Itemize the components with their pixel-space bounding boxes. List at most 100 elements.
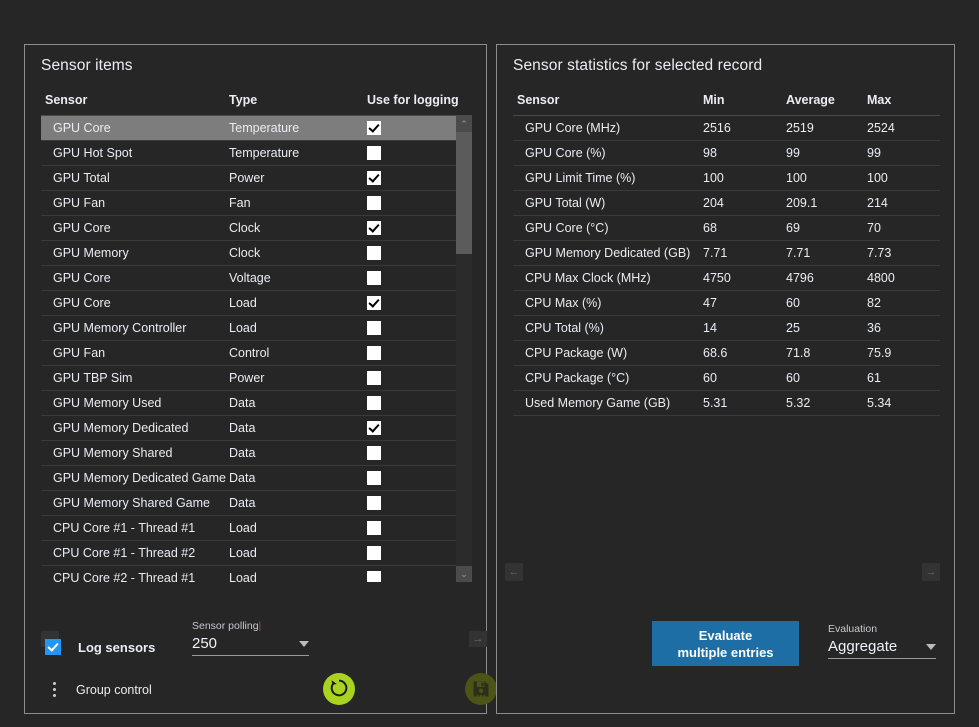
column-header-average[interactable]: Average	[786, 93, 867, 107]
use-for-logging-checkbox[interactable]	[367, 296, 381, 310]
evaluation-select[interactable]: Aggregate	[828, 638, 936, 659]
table-row[interactable]: CPU Max Clock (MHz)475047964800	[513, 266, 940, 291]
use-for-logging-checkbox[interactable]	[367, 546, 381, 560]
table-row[interactable]: GPU Core (MHz)251625192524	[513, 116, 940, 141]
log-sensors-row[interactable]: Log sensors	[45, 639, 155, 655]
table-row[interactable]: GPU TBP SimPower	[41, 366, 456, 391]
scroll-right-icon[interactable]: →	[469, 631, 487, 647]
use-for-logging-checkbox[interactable]	[367, 121, 381, 135]
table-row[interactable]: GPU Core (°C)686970	[513, 216, 940, 241]
column-header-max[interactable]: Max	[867, 93, 927, 107]
use-for-logging-cell	[367, 346, 467, 361]
table-row[interactable]: GPU Memory Dedicated (GB)7.717.717.73	[513, 241, 940, 266]
evaluate-multiple-entries-button[interactable]: Evaluate multiple entries	[652, 621, 799, 666]
stat-max: 82	[867, 296, 927, 310]
use-for-logging-checkbox[interactable]	[367, 321, 381, 335]
stat-sensor-name: CPU Package (°C)	[525, 371, 703, 385]
table-row[interactable]: GPU TotalPower	[41, 166, 456, 191]
stat-sensor-name: GPU Core (MHz)	[525, 121, 703, 135]
sensor-list[interactable]: GPU CoreTemperatureGPU Hot SpotTemperatu…	[41, 116, 472, 582]
scroll-down-icon[interactable]: ⌄	[456, 566, 472, 582]
scroll-up-icon[interactable]: ⌃	[456, 116, 472, 132]
sensor-polling-field[interactable]: Sensor polling| 250	[192, 620, 309, 656]
table-row[interactable]: GPU Memory SharedData	[41, 441, 456, 466]
scrollbar-thumb[interactable]	[456, 132, 472, 254]
table-row[interactable]: CPU Core #1 - Thread #1Load	[41, 516, 456, 541]
stats-list[interactable]: GPU Core (MHz)251625192524GPU Core (%)98…	[513, 116, 940, 416]
stat-max: 4800	[867, 271, 927, 285]
use-for-logging-checkbox[interactable]	[367, 246, 381, 260]
table-row[interactable]: GPU CoreLoad	[41, 291, 456, 316]
save-button[interactable]	[465, 673, 497, 705]
table-row[interactable]: GPU FanFan	[41, 191, 456, 216]
table-row[interactable]: GPU Memory Shared GameData	[41, 491, 456, 516]
table-row[interactable]: GPU Memory DedicatedData	[41, 416, 456, 441]
table-row[interactable]: GPU Total (W)204209.1214	[513, 191, 940, 216]
chevron-down-icon[interactable]	[299, 641, 309, 647]
evaluation-field[interactable]: Evaluation Aggregate	[828, 623, 936, 659]
table-row[interactable]: CPU Total (%)142536	[513, 316, 940, 341]
evaluation-label: Evaluation	[828, 623, 936, 635]
use-for-logging-checkbox[interactable]	[367, 421, 381, 435]
table-row[interactable]: GPU MemoryClock	[41, 241, 456, 266]
table-row[interactable]: GPU FanControl	[41, 341, 456, 366]
stat-min: 204	[703, 196, 786, 210]
sensor-name: GPU Core	[53, 221, 229, 235]
use-for-logging-checkbox[interactable]	[367, 371, 381, 385]
use-for-logging-checkbox[interactable]	[367, 196, 381, 210]
table-row[interactable]: CPU Core #1 - Thread #2Load	[41, 541, 456, 566]
table-row[interactable]: GPU Memory UsedData	[41, 391, 456, 416]
table-row[interactable]: CPU Package (°C)606061	[513, 366, 940, 391]
page-next-icon[interactable]: →	[922, 563, 940, 581]
table-row[interactable]: GPU CoreTemperature	[41, 116, 456, 141]
log-sensors-checkbox[interactable]	[45, 639, 61, 655]
table-row[interactable]: GPU Hot SpotTemperature	[41, 141, 456, 166]
table-row[interactable]: CPU Max (%)476082	[513, 291, 940, 316]
use-for-logging-checkbox[interactable]	[367, 346, 381, 360]
use-for-logging-checkbox[interactable]	[367, 221, 381, 235]
column-header-type[interactable]: Type	[229, 93, 367, 107]
use-for-logging-checkbox[interactable]	[367, 521, 381, 535]
sensor-name: GPU Core	[53, 121, 229, 135]
kebab-menu-icon[interactable]	[45, 682, 63, 697]
stat-average: 100	[786, 171, 867, 185]
sensor-type: Clock	[229, 221, 367, 235]
sensor-polling-select[interactable]: 250	[192, 635, 309, 656]
sensor-name: CPU Core #1 - Thread #2	[53, 546, 229, 560]
table-row[interactable]: GPU Limit Time (%)100100100	[513, 166, 940, 191]
table-row[interactable]: GPU CoreClock	[41, 216, 456, 241]
sensor-type: Data	[229, 496, 367, 510]
panel-title-sensor-items: Sensor items	[41, 57, 133, 75]
use-for-logging-checkbox[interactable]	[367, 396, 381, 410]
table-row[interactable]: GPU Memory ControllerLoad	[41, 316, 456, 341]
use-for-logging-checkbox[interactable]	[367, 571, 381, 582]
evaluate-button-line1: Evaluate	[699, 627, 752, 644]
use-for-logging-checkbox[interactable]	[367, 171, 381, 185]
use-for-logging-checkbox[interactable]	[367, 446, 381, 460]
use-for-logging-checkbox[interactable]	[367, 471, 381, 485]
sensor-list-vertical-scrollbar[interactable]: ⌃ ⌄	[456, 116, 472, 582]
refresh-button[interactable]	[323, 673, 355, 705]
stat-max: 2524	[867, 121, 927, 135]
column-header-sensor[interactable]: Sensor	[517, 93, 703, 107]
use-for-logging-checkbox[interactable]	[367, 146, 381, 160]
chevron-down-icon[interactable]	[926, 644, 936, 650]
use-for-logging-checkbox[interactable]	[367, 496, 381, 510]
stat-average: 71.8	[786, 346, 867, 360]
stat-max: 5.34	[867, 396, 927, 410]
column-header-min[interactable]: Min	[703, 93, 786, 107]
use-for-logging-checkbox[interactable]	[367, 271, 381, 285]
kebab-dot	[53, 688, 56, 691]
table-row[interactable]: CPU Package (W)68.671.875.9	[513, 341, 940, 366]
use-for-logging-cell	[367, 471, 467, 486]
column-header-sensor[interactable]: Sensor	[45, 93, 229, 107]
sensor-type: Data	[229, 446, 367, 460]
table-row[interactable]: GPU Memory Dedicated GameData	[41, 466, 456, 491]
table-row[interactable]: GPU Core (%)989999	[513, 141, 940, 166]
table-row[interactable]: CPU Core #2 - Thread #1Load	[41, 566, 456, 582]
table-row[interactable]: Used Memory Game (GB)5.315.325.34	[513, 391, 940, 416]
page-previous-icon[interactable]: ←	[505, 563, 523, 581]
column-header-use-for-logging[interactable]: Use for logging	[367, 93, 467, 107]
group-control-row[interactable]: Group control	[45, 682, 152, 697]
table-row[interactable]: GPU CoreVoltage	[41, 266, 456, 291]
